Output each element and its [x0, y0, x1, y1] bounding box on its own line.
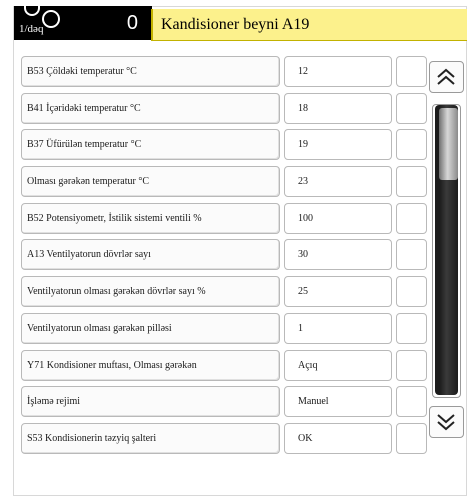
- parameter-value: 30: [298, 249, 308, 261]
- rpm-unit: 1/dəq: [19, 23, 44, 35]
- scroll-down-button[interactable]: [429, 406, 464, 438]
- circle-icon: [42, 10, 60, 28]
- unit-box: [396, 422, 427, 454]
- parameter-label-button[interactable]: B52 Potensiyometr, İstilik sistemi venti…: [21, 202, 280, 234]
- parameter-value: 100: [298, 212, 313, 224]
- parameter-label-button[interactable]: B53 Çöldəki temperatur °C: [21, 56, 280, 87]
- parameter-value: 18: [298, 102, 308, 114]
- parameter-value: 19: [298, 139, 308, 151]
- parameter-value: OK: [298, 432, 313, 444]
- title-bar: Kandisioner beyni A19: [151, 9, 467, 41]
- parameter-label-button[interactable]: Y71 Kondisioner muftası, Olması gərəkən: [21, 349, 280, 381]
- parameter-label: B37 Üfürülən temperatur °C: [27, 139, 142, 151]
- parameter-label: B41 İçəridəki temperatur °C: [27, 102, 141, 114]
- parameter-label: B52 Potensiyometr, İstilik sistemi venti…: [27, 212, 202, 224]
- half-circle-icon: [24, 0, 40, 16]
- parameter-value-box: 23: [284, 166, 392, 198]
- parameter-label: B53 Çöldəki temperatur °C: [27, 66, 137, 77]
- parameter-label: Ventilyatorun olması gərəkən pilləsi: [27, 322, 172, 334]
- scrollbar-thumb-highlight: [439, 108, 458, 180]
- rpm-display: 1/dəq 0: [14, 0, 152, 40]
- parameter-label: Olması gərəkən temperatur °C: [27, 176, 150, 188]
- parameter-label-button[interactable]: S53 Kondisionerin təzyiq şalteri: [21, 422, 280, 454]
- double-chevron-up-icon: [437, 68, 455, 85]
- parameter-value-box: 30: [284, 239, 392, 271]
- page-title: Kandisioner beyni A19: [161, 16, 310, 33]
- double-chevron-down-icon: [437, 414, 455, 431]
- parameter-value: Açıq: [298, 359, 318, 371]
- parameter-value: 23: [298, 176, 308, 188]
- unit-box: [396, 276, 427, 308]
- parameter-label-button[interactable]: Ventilyatorun olması gərəkən pilləsi: [21, 312, 280, 344]
- unit-box: [396, 202, 427, 234]
- parameter-label: Ventilyatorun olması gərəkən dövrlər say…: [27, 286, 206, 298]
- parameter-label-button[interactable]: İşləmə rejimi: [21, 386, 280, 418]
- parameter-label-button[interactable]: A13 Ventilyatorun dövrlər sayı: [21, 239, 280, 271]
- parameter-label-button[interactable]: B41 İçəridəki temperatur °C: [21, 92, 280, 124]
- unit-box: [396, 56, 427, 87]
- unit-box: [396, 166, 427, 198]
- scrollbar-thumb[interactable]: [435, 105, 458, 395]
- parameter-label: Y71 Kondisioner muftası, Olması gərəkən: [27, 359, 197, 371]
- parameter-label: A13 Ventilyatorun dövrlər sayı: [27, 249, 151, 261]
- parameter-value-box: OK: [284, 422, 392, 454]
- unit-box: [396, 92, 427, 124]
- parameter-label-button[interactable]: B37 Üfürülən temperatur °C: [21, 129, 280, 161]
- parameter-value-box: 25: [284, 276, 392, 308]
- parameter-value-box: Manuel: [284, 386, 392, 418]
- rpm-counter: 0: [126, 12, 138, 34]
- scroll-up-button[interactable]: [429, 61, 464, 93]
- parameter-value-box: 12: [284, 56, 392, 87]
- parameter-value-box: 1: [284, 312, 392, 344]
- parameter-value-box: 100: [284, 202, 392, 234]
- unit-box: [396, 312, 427, 344]
- parameter-value-box: 18: [284, 92, 392, 124]
- unit-box: [396, 129, 427, 161]
- parameter-label-button[interactable]: Olması gərəkən temperatur °C: [21, 166, 280, 198]
- parameter-value: 1: [298, 322, 303, 334]
- parameter-value: 12: [298, 66, 308, 77]
- parameter-value: Manuel: [298, 396, 329, 408]
- unit-box: [396, 349, 427, 381]
- unit-box: [396, 239, 427, 271]
- diagnostic-screen: 1/dəq 0 Kandisioner beyni A19 B53 Çöldək…: [0, 0, 467, 503]
- scrollbar-track[interactable]: [432, 104, 461, 398]
- parameter-value: 25: [298, 286, 308, 298]
- parameter-label: S53 Kondisionerin təzyiq şalteri: [27, 432, 157, 444]
- parameter-value-box: Açıq: [284, 349, 392, 381]
- parameter-label: İşləmə rejimi: [27, 396, 81, 408]
- parameter-value-box: 19: [284, 129, 392, 161]
- parameter-label-button[interactable]: Ventilyatorun olması gərəkən dövrlər say…: [21, 276, 280, 308]
- unit-box: [396, 386, 427, 418]
